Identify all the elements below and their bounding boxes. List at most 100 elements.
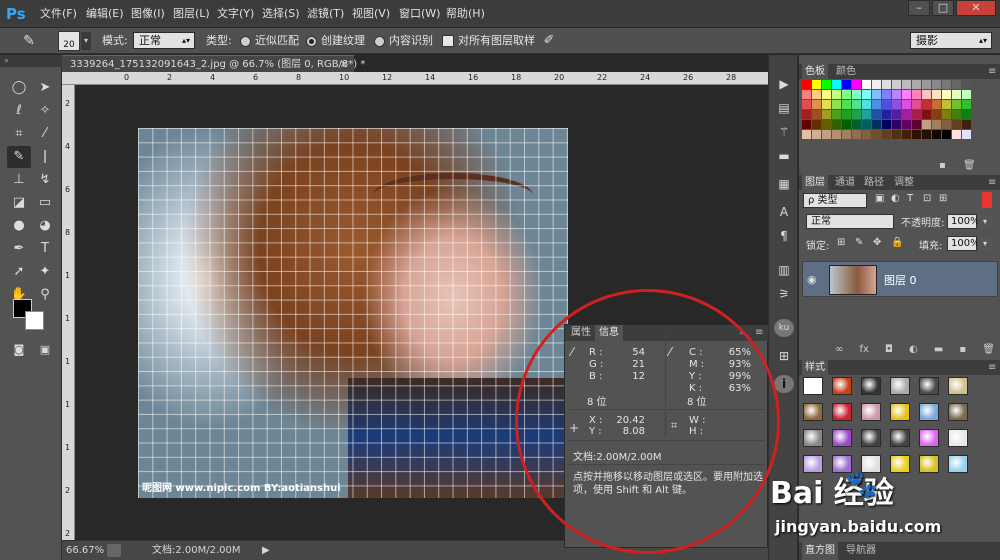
style-swatch[interactable] [890,429,910,447]
color-swatch[interactable] [922,90,931,99]
menu-edit[interactable]: 编辑(E) [86,0,124,28]
color-swatch[interactable] [812,100,821,109]
brush-presets-icon[interactable]: ▦ [774,175,794,193]
menu-layer[interactable]: 图层(L) [173,0,210,28]
color-swatch[interactable] [832,100,841,109]
style-swatch[interactable] [803,377,823,395]
ku-icon[interactable]: ku [774,319,794,337]
dodge-icon[interactable]: ◕ [33,215,57,237]
color-swatch[interactable] [852,100,861,109]
color-swatch[interactable] [832,110,841,119]
color-swatch[interactable] [852,80,861,89]
brush-icon[interactable]: ✎ [18,32,40,50]
color-swatch[interactable] [832,130,841,139]
color-swatch[interactable] [832,120,841,129]
tools-panel-grip[interactable]: » [0,55,62,67]
color-swatch[interactable] [812,90,821,99]
tab-channels[interactable]: 通道 [832,175,858,190]
color-swatch[interactable] [932,80,941,89]
background-color[interactable] [25,311,44,330]
pressure-size-icon[interactable]: ✐ [540,32,558,50]
radio-proximity-match[interactable] [240,36,251,47]
color-swatch[interactable] [942,80,951,89]
color-swatch[interactable] [892,130,901,139]
pen-icon[interactable]: ✒ [7,238,31,260]
style-swatch[interactable] [861,429,881,447]
color-swatch[interactable] [902,120,911,129]
screen-mode-icon[interactable]: ▣ [33,339,57,361]
clone-source-icon[interactable]: ⚞ [774,285,794,303]
filter-type-icon[interactable]: T [907,193,913,204]
style-swatch[interactable] [948,403,968,421]
color-swatch[interactable] [812,80,821,89]
notes-icon[interactable]: ▥ [774,261,794,279]
color-swatch[interactable] [812,130,821,139]
color-swatch[interactable] [862,130,871,139]
color-swatch[interactable] [922,100,931,109]
menu-view[interactable]: 视图(V) [352,0,390,28]
style-swatch[interactable] [890,377,910,395]
style-swatch[interactable] [803,429,823,447]
style-swatch[interactable] [919,455,939,473]
eraser-icon[interactable]: ◪ [7,192,31,214]
adjust-icon[interactable]: ⊞ [774,347,794,365]
color-swatch[interactable] [832,90,841,99]
lock-transparent-icon[interactable]: ⊞ [837,237,845,248]
color-swatch[interactable] [882,120,891,129]
color-swatch[interactable] [802,100,811,109]
color-swatch[interactable] [812,120,821,129]
color-swatch[interactable] [842,120,851,129]
stamp-icon[interactable]: ⊥ [7,169,31,191]
color-swatch[interactable] [962,130,971,139]
style-swatch[interactable] [832,403,852,421]
color-swatch[interactable] [932,110,941,119]
tab-paths[interactable]: 路径 [861,175,887,190]
status-icon[interactable] [107,544,121,557]
color-swatch[interactable] [892,100,901,109]
fx-icon[interactable]: fx [859,344,868,358]
color-swatch[interactable] [802,80,811,89]
color-swatch[interactable] [852,110,861,119]
folder-icon[interactable]: ▬ [934,344,943,358]
color-swatch[interactable] [872,120,881,129]
tab-color[interactable]: 颜色 [833,64,859,79]
color-swatch[interactable] [872,80,881,89]
color-swatch[interactable] [892,90,901,99]
radio-create-texture[interactable] [306,36,317,47]
close-document-icon[interactable]: × [340,56,348,73]
layer-name[interactable]: 图层 0 [884,272,917,288]
color-swatch[interactable] [882,110,891,119]
style-swatch[interactable] [919,429,939,447]
color-swatch[interactable] [942,130,951,139]
document-tab[interactable]: 3339264_175132091643_2.jpg @ 66.7% (图层 0… [62,55,365,73]
color-swatch[interactable] [842,90,851,99]
tab-adjustments[interactable]: 调整 [891,175,917,190]
blur-icon[interactable]: ● [7,215,31,237]
document-image[interactable]: 昵图网 www.nipic.com BY:aotianshui [138,128,568,498]
color-swatch[interactable] [872,90,881,99]
quick-mask-icon[interactable]: ◙ [7,339,31,361]
style-swatch[interactable] [861,377,881,395]
opacity-input[interactable]: 100% [947,214,980,229]
color-swatch[interactable] [882,80,891,89]
color-swatch[interactable] [942,100,951,109]
style-swatch[interactable] [803,403,823,421]
color-swatch[interactable] [812,110,821,119]
color-swatch[interactable] [962,100,971,109]
mode-dropdown[interactable]: 正常 ▴▾ [133,32,195,49]
color-swatch[interactable] [802,130,811,139]
color-swatch[interactable] [922,110,931,119]
layer-row[interactable]: ◉ 图层 0 [802,261,998,297]
lock-position-icon[interactable]: ✥ [873,237,881,248]
mask-icon[interactable]: ◘ [885,344,893,358]
filter-pixel-icon[interactable]: ▣ [875,193,884,204]
color-swatch[interactable] [932,100,941,109]
zoom-level[interactable]: 66.67% [66,541,104,560]
gradient-icon[interactable]: ▭ [33,192,57,214]
swatch-grid[interactable] [802,80,978,160]
color-swatch[interactable] [952,80,961,89]
healing-icon[interactable]: ✎ [7,146,31,168]
close-button[interactable]: ✕ [956,0,996,16]
type-icon[interactable]: T [33,238,57,260]
color-swatch[interactable] [862,80,871,89]
